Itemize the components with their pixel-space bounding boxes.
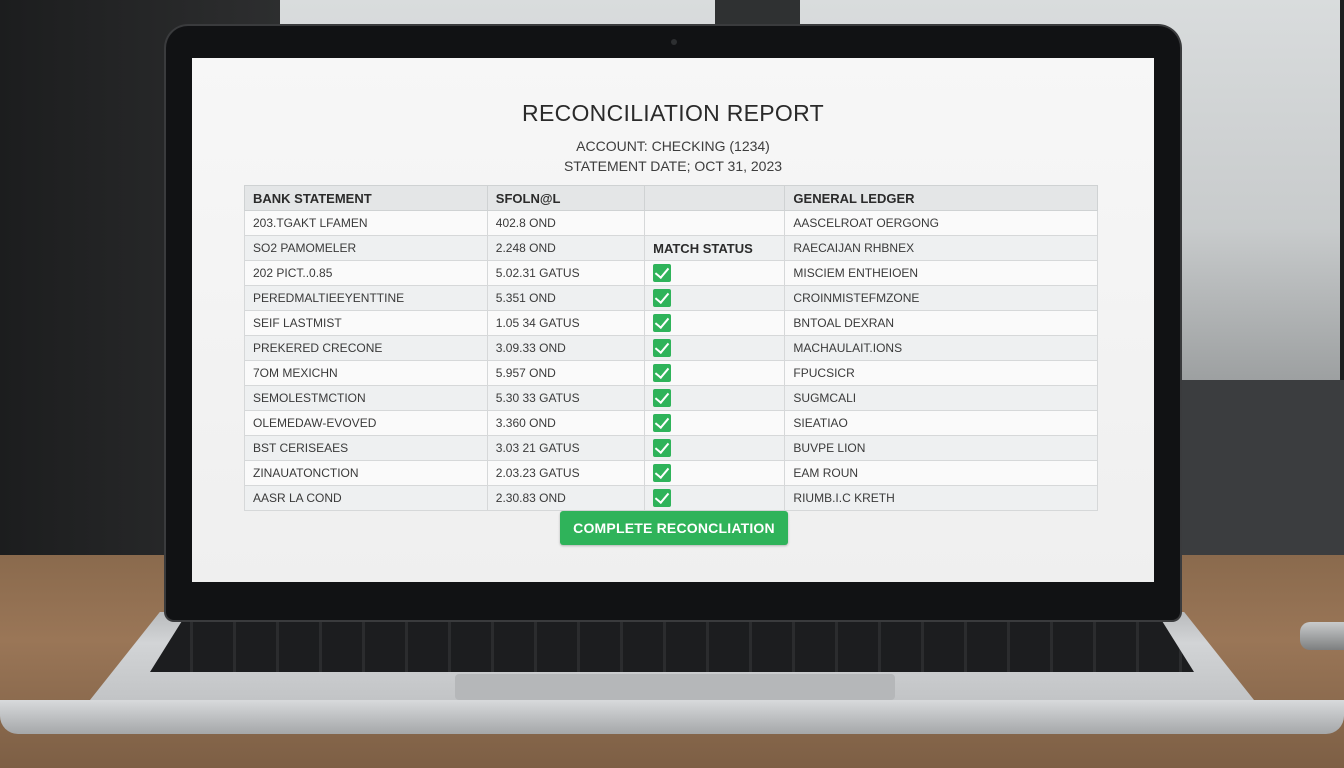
general-ledger-cell: MISCIEM ENTHEIOEN <box>784 260 1098 286</box>
window-sill <box>1170 380 1344 560</box>
laptop-front-edge <box>0 700 1344 734</box>
match-status-cell <box>644 335 786 361</box>
match-status-cell <box>644 360 786 386</box>
table-row[interactable]: SO2 PAMOMELER 2.248 OND MATCH STATUS RAECAI… <box>244 235 1098 261</box>
general-ledger-cell: BUVPE LION <box>784 435 1098 461</box>
checkmark-icon[interactable] <box>653 389 672 407</box>
column-header-bank-statement[interactable]: BANK STATEMENT <box>244 185 488 211</box>
match-status-cell <box>644 260 786 286</box>
bank-statement-cell: BST CERISEAES <box>244 435 488 461</box>
table-row[interactable]: 7OM MEXICHN 5.957 OND FPUCSICR <box>244 360 1098 386</box>
amount-cell: 1.05 34 GATUS <box>486 310 646 336</box>
general-ledger-cell: FPUCSICR <box>784 360 1098 386</box>
bank-statement-cell: 7OM MEXICHN <box>244 360 488 386</box>
checkmark-icon[interactable] <box>653 264 672 282</box>
checkmark-icon[interactable] <box>653 314 672 332</box>
checkmark-icon[interactable] <box>653 489 672 507</box>
table-row[interactable]: 203.TGAKT LFAMEN 402.8 OND AASCELROAT OERG… <box>244 210 1098 236</box>
amount-cell: 5.30 33 GATUS <box>486 385 646 411</box>
table-row[interactable]: SEMOLESTMCTION 5.30 33 GATUS SUGMCALI <box>244 385 1098 411</box>
table-row[interactable]: BST CERISEAES 3.03 21 GATUS BUVPE LION <box>244 435 1098 461</box>
column-header-amount[interactable]: SFOLN@L <box>486 185 646 211</box>
match-status-label: MATCH STATUS <box>653 240 753 256</box>
webcam-icon <box>671 39 677 45</box>
general-ledger-cell: CROINMISTEFMZONE <box>784 285 1098 311</box>
general-ledger-cell: MACHAULAIT.IONS <box>784 335 1098 361</box>
match-status-cell <box>644 485 786 511</box>
amount-cell: 5.957 OND <box>486 360 646 386</box>
match-status-cell <box>644 460 786 486</box>
checkmark-icon[interactable] <box>653 289 672 307</box>
table-row[interactable]: PEREDMALTIEEYENTTINE 5.351 OND CROINMISTEF… <box>244 285 1098 311</box>
bank-statement-cell: PEREDMALTIEEYENTTINE <box>244 285 488 311</box>
bank-statement-cell: SO2 PAMOMELER <box>244 235 488 261</box>
general-ledger-cell: EAM ROUN <box>784 460 1098 486</box>
checkmark-icon[interactable] <box>653 414 672 432</box>
account-label: ACCOUNT: CHECKING (1234) <box>576 138 770 154</box>
screen: RECONCILIATION REPORT ACCOUNT: CHECKING … <box>192 58 1154 582</box>
amount-cell: 3.360 OND <box>486 410 646 436</box>
column-header-match[interactable] <box>644 185 786 211</box>
amount-cell: 2.03.23 GATUS <box>486 460 646 486</box>
table-row[interactable]: OLEMEDAW-EVOVED 3.360 OND SIEATIAO <box>244 410 1098 436</box>
table-body: 203.TGAKT LFAMEN 402.8 OND AASCELROAT OERG… <box>244 210 1098 511</box>
match-status-cell <box>644 435 786 461</box>
report-title: RECONCILIATION REPORT <box>522 100 824 126</box>
keyboard <box>150 622 1194 672</box>
amount-cell: 5.02.31 GATUS <box>486 260 646 286</box>
checkmark-icon[interactable] <box>653 464 672 482</box>
column-header-general-ledger[interactable]: GENERAL LEDGER <box>784 185 1098 211</box>
laptop-lid: RECONCILIATION REPORT ACCOUNT: CHECKING … <box>166 26 1180 620</box>
trackpad <box>455 674 895 700</box>
match-status-cell: MATCH STATUS <box>644 235 786 261</box>
table-row[interactable]: ZINAUATONCTION 2.03.23 GATUS EAM ROUN <box>244 460 1098 486</box>
amount-cell: 3.03 21 GATUS <box>486 435 646 461</box>
bank-statement-cell: ZINAUATONCTION <box>244 460 488 486</box>
amount-cell: 402.8 OND <box>486 210 646 236</box>
checkmark-icon[interactable] <box>653 339 672 357</box>
match-status-cell <box>644 210 786 236</box>
general-ledger-cell: RAECAIJAN RHBNEX <box>784 235 1098 261</box>
table-row[interactable]: 202 PICT..0.85 5.02.31 GATUS MISCIEM ENTHE… <box>244 260 1098 286</box>
laptop-base <box>0 612 1344 740</box>
bank-statement-cell: PREKERED CRECONE <box>244 335 488 361</box>
amount-cell: 3.09.33 OND <box>486 335 646 361</box>
amount-cell: 5.351 OND <box>486 285 646 311</box>
bank-statement-cell: SEIF LASTMIST <box>244 310 488 336</box>
table-row[interactable]: PREKERED CRECONE 3.09.33 OND MACHAULAIT.IO… <box>244 335 1098 361</box>
table-header-row: BANK STATEMENT SFOLN@L GENERAL LEDGER <box>244 185 1098 211</box>
bank-statement-cell: AASR LA COND <box>244 485 488 511</box>
checkmark-icon[interactable] <box>653 439 672 457</box>
reconciliation-table: BANK STATEMENT SFOLN@L GENERAL LEDGER 20… <box>244 185 1098 511</box>
amount-cell: 2.248 OND <box>486 235 646 261</box>
bank-statement-cell: OLEMEDAW-EVOVED <box>244 410 488 436</box>
match-status-cell <box>644 410 786 436</box>
checkmark-icon[interactable] <box>653 364 672 382</box>
match-status-cell <box>644 310 786 336</box>
general-ledger-cell: SIEATIAO <box>784 410 1098 436</box>
complete-reconciliation-button[interactable]: COMPLETE RECONCLIATION <box>560 511 788 545</box>
match-status-cell <box>644 285 786 311</box>
general-ledger-cell: AASCELROAT OERGONG <box>784 210 1098 236</box>
table-row[interactable]: AASR LA COND 2.30.83 OND RIUMB.I.C KRETH <box>244 485 1098 511</box>
general-ledger-cell: SUGMCALI <box>784 385 1098 411</box>
table-row[interactable]: SEIF LASTMIST 1.05 34 GATUS BNTOAL DEXRAN <box>244 310 1098 336</box>
general-ledger-cell: BNTOAL DEXRAN <box>784 310 1098 336</box>
match-status-cell <box>644 385 786 411</box>
general-ledger-cell: RIUMB.I.C KRETH <box>784 485 1098 511</box>
amount-cell: 2.30.83 OND <box>486 485 646 511</box>
bank-statement-cell: 203.TGAKT LFAMEN <box>244 210 488 236</box>
bank-statement-cell: 202 PICT..0.85 <box>244 260 488 286</box>
statement-date: STATEMENT DATE; OCT 31, 2023 <box>563 158 783 174</box>
bank-statement-cell: SEMOLESTMCTION <box>244 385 488 411</box>
